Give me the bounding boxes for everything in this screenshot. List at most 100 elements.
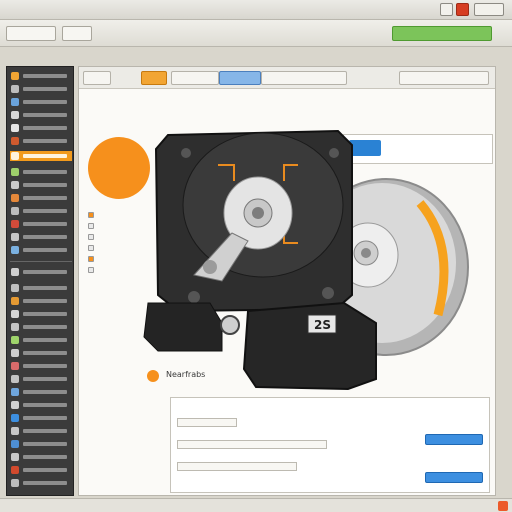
- info-icon: [11, 414, 19, 422]
- sidebar-item[interactable]: [10, 296, 72, 306]
- form-field[interactable]: [177, 418, 237, 427]
- caption-text: Nearfrabs: [166, 370, 206, 379]
- menu-item-window[interactable]: [206, 6, 228, 14]
- menu-item-file[interactable]: [6, 6, 22, 14]
- document-icon: [11, 233, 19, 241]
- menu-item-disk[interactable]: [122, 6, 152, 14]
- legend-item: [88, 221, 138, 232]
- alert-icon[interactable]: [498, 501, 508, 511]
- toolbar-chip-2[interactable]: [62, 26, 92, 41]
- sidebar-item-label: [23, 403, 67, 407]
- sidebar-item-label: [23, 338, 67, 342]
- tab[interactable]: [399, 71, 489, 85]
- sidebar-item[interactable]: [10, 452, 72, 462]
- sidebar-item[interactable]: [10, 400, 72, 410]
- hard-drive-icon: [11, 152, 19, 160]
- sidebar-item[interactable]: [10, 267, 72, 277]
- sidebar-item[interactable]: [10, 136, 72, 146]
- tab[interactable]: [261, 71, 347, 85]
- minimize-button[interactable]: [440, 3, 453, 16]
- sidebar-item-label: [23, 183, 67, 187]
- sidebar-item[interactable]: [10, 167, 72, 177]
- legend-item: [88, 243, 138, 254]
- sidebar-item[interactable]: [10, 123, 72, 133]
- sidebar-item[interactable]: [10, 426, 72, 436]
- sidebar-item-label: [23, 390, 67, 394]
- warning-icon: [11, 194, 19, 202]
- sidebar-item-label: [23, 377, 67, 381]
- sidebar-item[interactable]: [10, 374, 72, 384]
- tab-strip: [79, 67, 495, 89]
- status-bar: [0, 498, 512, 512]
- close-button[interactable]: [456, 3, 469, 16]
- window-menu-button[interactable]: [474, 3, 504, 16]
- sidebar-item[interactable]: [10, 283, 72, 293]
- sidebar-item[interactable]: [10, 322, 72, 332]
- menu-item-tools[interactable]: [88, 6, 112, 14]
- trash-icon: [11, 479, 19, 487]
- legend-item: [88, 232, 138, 243]
- file-icon: [11, 111, 19, 119]
- sidebar-item[interactable]: [10, 335, 72, 345]
- sidebar-item-label: [23, 235, 67, 239]
- menu-item-extra[interactable]: [300, 6, 358, 14]
- tag-icon: [11, 453, 19, 461]
- chip-icon: [11, 323, 19, 331]
- legend-swatch: [88, 245, 94, 251]
- sidebar-item[interactable]: [10, 465, 72, 475]
- drive-chassis: [154, 129, 353, 313]
- archive-icon: [11, 349, 19, 357]
- user-icon: [11, 207, 19, 215]
- sidebar-item[interactable]: [10, 232, 72, 242]
- tab[interactable]: [171, 71, 219, 85]
- sidebar-item[interactable]: [10, 361, 72, 371]
- menu-item-account[interactable]: [408, 6, 430, 14]
- form-primary-button[interactable]: [425, 434, 483, 445]
- tab[interactable]: [83, 71, 111, 85]
- menu-bar: [0, 0, 512, 20]
- sidebar-item[interactable]: [10, 439, 72, 449]
- sidebar-item[interactable]: [10, 97, 72, 107]
- sidebar-item[interactable]: [10, 193, 72, 203]
- sidebar-item-label: [23, 286, 67, 290]
- menu-item-edit[interactable]: [30, 6, 50, 14]
- sidebar-item[interactable]: [10, 413, 72, 423]
- sidebar: [6, 66, 74, 496]
- sidebar-item[interactable]: [10, 180, 72, 190]
- tab[interactable]: [219, 71, 261, 85]
- form-secondary-button[interactable]: [425, 472, 483, 483]
- legend-list: [88, 210, 138, 276]
- sidebar-item-active[interactable]: [10, 151, 72, 161]
- sidebar-item[interactable]: [10, 84, 72, 94]
- sidebar-item-label: [23, 481, 67, 485]
- legend-swatch: [88, 223, 94, 229]
- menu-item-options[interactable]: [163, 6, 197, 14]
- sidebar-item-label: [23, 416, 67, 420]
- sidebar-item-label: [23, 209, 67, 213]
- sidebar-item-label: [23, 442, 67, 446]
- sidebar-item[interactable]: [10, 245, 72, 255]
- settings-icon: [11, 124, 19, 132]
- legend-swatch: [88, 256, 94, 262]
- menu-item-view[interactable]: [58, 6, 80, 14]
- sidebar-item[interactable]: [10, 110, 72, 120]
- sidebar-item-label: [23, 468, 67, 472]
- form-field[interactable]: [177, 440, 327, 449]
- toolbar-action-button[interactable]: [392, 26, 492, 41]
- form-field[interactable]: [177, 462, 297, 471]
- cloud-icon: [11, 246, 19, 254]
- tab-active[interactable]: [141, 71, 167, 85]
- sidebar-item[interactable]: [10, 348, 72, 358]
- sidebar-item[interactable]: [10, 478, 72, 488]
- sidebar-item-label: [23, 74, 67, 78]
- menu-item-help[interactable]: [236, 6, 288, 14]
- toolbar-address-field[interactable]: [6, 26, 56, 41]
- sidebar-item-label: [23, 429, 67, 433]
- sidebar-item[interactable]: [10, 219, 72, 229]
- disk-icon: [11, 85, 19, 93]
- sidebar-item[interactable]: [10, 309, 72, 319]
- sidebar-item[interactable]: [10, 71, 72, 81]
- sidebar-item[interactable]: [10, 206, 72, 216]
- sidebar-item[interactable]: [10, 387, 72, 397]
- star-icon: [11, 297, 19, 305]
